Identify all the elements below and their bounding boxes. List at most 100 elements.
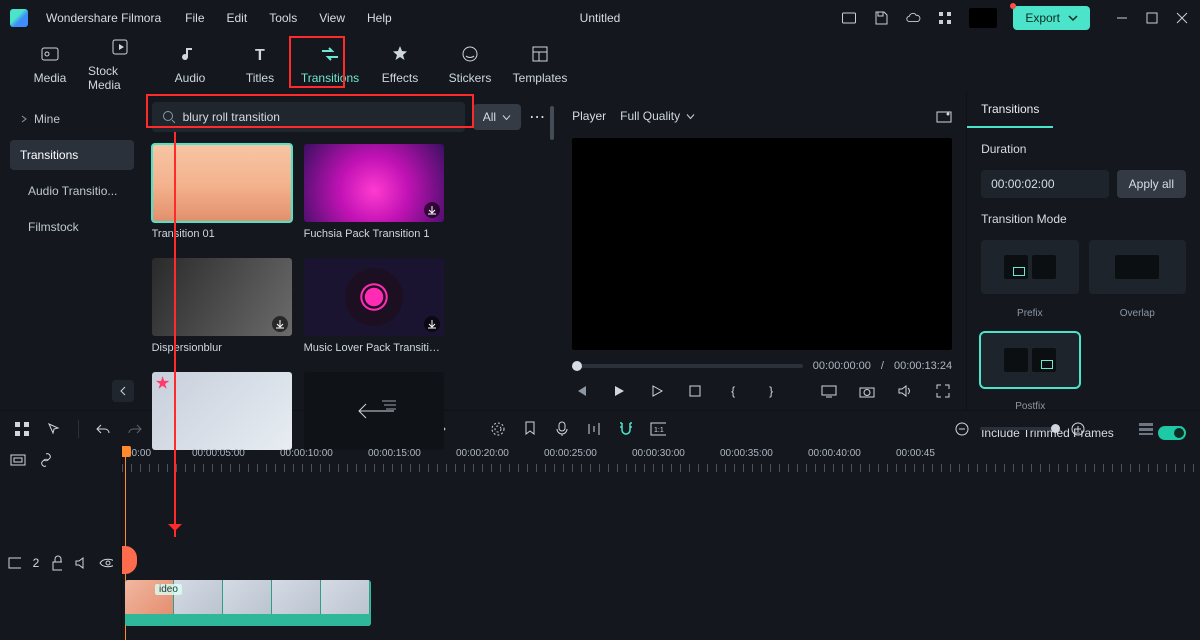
properties-tab-transitions[interactable]: Transitions bbox=[967, 92, 1053, 128]
stop-button[interactable] bbox=[686, 382, 704, 400]
download-icon[interactable] bbox=[272, 316, 288, 332]
audio-mix-icon[interactable] bbox=[586, 421, 602, 437]
duration-label: Duration bbox=[981, 142, 1186, 156]
tab-media-label: Media bbox=[34, 71, 67, 85]
timeline-tracks[interactable]: 00:00 00:00:05:00 00:00:10:00 00:00:15:0… bbox=[122, 446, 1200, 640]
player-time-sep: / bbox=[881, 360, 884, 372]
magnet-icon[interactable] bbox=[618, 421, 634, 437]
mark-out-button[interactable]: } bbox=[762, 382, 780, 400]
tab-media[interactable]: Media bbox=[18, 39, 82, 89]
duration-input[interactable]: 00:00:02:00 bbox=[981, 170, 1109, 198]
thumb-dispersionblur[interactable]: Dispersionblur bbox=[152, 258, 292, 354]
thumb-item-6[interactable] bbox=[304, 372, 444, 450]
tab-templates[interactable]: Templates bbox=[508, 39, 572, 89]
mode-postfix[interactable] bbox=[981, 333, 1079, 387]
mode-overlap-label: Overlap bbox=[1089, 308, 1186, 319]
minimize-button[interactable] bbox=[1114, 10, 1130, 26]
account-badge[interactable] bbox=[969, 8, 997, 28]
thumb-item-5[interactable] bbox=[152, 372, 292, 450]
sidebar-item-filmstock[interactable]: Filmstock bbox=[10, 212, 134, 242]
mute-icon[interactable] bbox=[74, 556, 87, 570]
media-icon bbox=[39, 43, 61, 65]
menu-help[interactable]: Help bbox=[367, 11, 392, 25]
mode-overlap[interactable] bbox=[1089, 240, 1186, 294]
timeline-ruler[interactable]: 00:00 00:00:05:00 00:00:10:00 00:00:15:0… bbox=[122, 446, 1200, 474]
ratio-icon[interactable]: 1:1 bbox=[650, 421, 666, 437]
undo-button[interactable] bbox=[95, 421, 111, 437]
ruler-label: 00:00:05:00 bbox=[192, 448, 245, 459]
snapshot-icon[interactable] bbox=[936, 108, 952, 124]
zoom-out-button[interactable] bbox=[954, 421, 970, 437]
thumb-caption: Dispersionblur bbox=[152, 342, 292, 354]
sidebar-item-transitions[interactable]: Transitions bbox=[10, 140, 134, 170]
redo-button[interactable] bbox=[127, 421, 143, 437]
lock-icon[interactable] bbox=[51, 555, 62, 571]
video-clip[interactable]: ideo bbox=[125, 580, 371, 626]
download-icon[interactable] bbox=[424, 316, 440, 332]
save-icon[interactable] bbox=[873, 10, 889, 26]
ruler-label: 00:00:35:00 bbox=[720, 448, 773, 459]
mark-in-button[interactable]: { bbox=[724, 382, 742, 400]
thumb-transition-01[interactable]: Transition 01 bbox=[152, 144, 292, 240]
play-preview-button[interactable] bbox=[648, 382, 666, 400]
filter-label: All bbox=[483, 110, 496, 124]
link-icon[interactable] bbox=[38, 452, 54, 468]
sidebar-item-mine[interactable]: Mine bbox=[10, 104, 134, 134]
scrollbar[interactable] bbox=[550, 106, 554, 140]
filter-dropdown[interactable]: All bbox=[473, 104, 521, 130]
effects-icon bbox=[389, 43, 411, 65]
selection-tool-icon[interactable] bbox=[46, 421, 62, 437]
export-button[interactable]: Export bbox=[1013, 6, 1090, 30]
tab-stock-media[interactable]: Stock Media bbox=[88, 32, 152, 96]
thumb-fuchsia-pack[interactable]: Fuchsia Pack Transition 1 bbox=[304, 144, 444, 240]
apply-all-button[interactable]: Apply all bbox=[1117, 170, 1186, 198]
apps-icon[interactable] bbox=[937, 10, 953, 26]
player-progress[interactable] bbox=[572, 364, 803, 368]
include-trimmed-toggle[interactable] bbox=[1158, 426, 1186, 440]
chevron-left-icon bbox=[118, 386, 128, 396]
video-track-icon bbox=[8, 556, 21, 570]
sidebar-collapse-button[interactable] bbox=[112, 380, 134, 402]
thumb-music-lover-pack[interactable]: Music Lover Pack Transition ... bbox=[304, 258, 444, 354]
mode-prefix[interactable] bbox=[981, 240, 1078, 294]
play-button[interactable] bbox=[610, 382, 628, 400]
menu-tools[interactable]: Tools bbox=[269, 11, 297, 25]
tab-transitions[interactable]: Transitions bbox=[298, 39, 362, 89]
tab-effects[interactable]: Effects bbox=[368, 39, 432, 89]
menu-edit[interactable]: Edit bbox=[227, 11, 248, 25]
svg-text:T: T bbox=[255, 47, 265, 64]
tab-stickers[interactable]: Stickers bbox=[438, 39, 502, 89]
layout-icon[interactable] bbox=[841, 10, 857, 26]
cloud-icon[interactable] bbox=[905, 10, 921, 26]
search-input[interactable] bbox=[183, 110, 455, 124]
thumb-caption: Music Lover Pack Transition ... bbox=[304, 342, 444, 354]
volume-button[interactable] bbox=[896, 382, 914, 400]
menu-file[interactable]: File bbox=[185, 11, 204, 25]
close-button[interactable] bbox=[1174, 10, 1190, 26]
player-quality-dropdown[interactable]: Full Quality bbox=[620, 109, 695, 123]
visibility-icon[interactable] bbox=[99, 557, 113, 569]
tab-titles[interactable]: TTitles bbox=[228, 39, 292, 89]
tab-transitions-label: Transitions bbox=[301, 71, 359, 85]
zoom-in-button[interactable] bbox=[1070, 421, 1086, 437]
zoom-slider[interactable] bbox=[980, 427, 1060, 430]
sidebar-item-audio-transition[interactable]: Audio Transitio... bbox=[10, 176, 134, 206]
fullscreen-button[interactable] bbox=[934, 382, 952, 400]
tab-templates-label: Templates bbox=[513, 71, 568, 85]
display-settings-button[interactable] bbox=[820, 382, 838, 400]
tab-audio[interactable]: Audio bbox=[158, 39, 222, 89]
track-view-icon[interactable] bbox=[1138, 421, 1154, 437]
prev-frame-button[interactable] bbox=[572, 382, 590, 400]
camera-icon[interactable] bbox=[858, 382, 876, 400]
browser-options-button[interactable]: ⋯ bbox=[529, 107, 546, 127]
transitions-icon bbox=[319, 43, 341, 65]
ruler-label: 00:00:25:00 bbox=[544, 448, 597, 459]
player-stage[interactable] bbox=[572, 138, 952, 350]
arrange-icon[interactable] bbox=[14, 421, 30, 437]
maximize-button[interactable] bbox=[1144, 10, 1160, 26]
search-input-wrap[interactable] bbox=[152, 102, 465, 132]
thumb-caption: Fuchsia Pack Transition 1 bbox=[304, 228, 444, 240]
timeline-settings-icon[interactable] bbox=[10, 452, 26, 468]
download-icon[interactable] bbox=[424, 202, 440, 218]
menu-view[interactable]: View bbox=[319, 11, 345, 25]
